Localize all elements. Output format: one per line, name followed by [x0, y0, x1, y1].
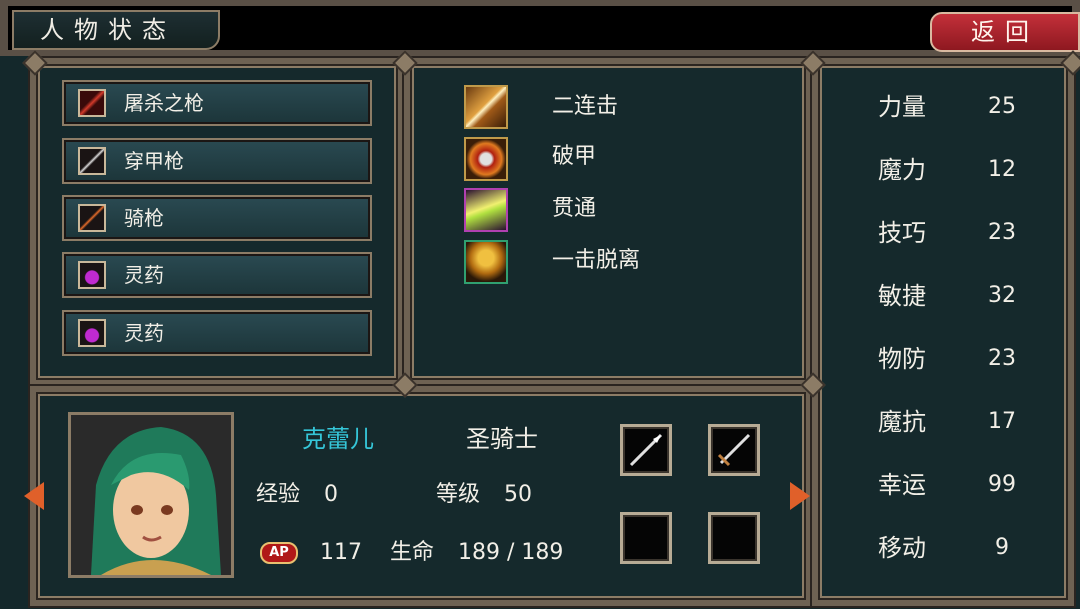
back-button[interactable]: 返回: [930, 12, 1080, 52]
hp-label: 生命: [390, 540, 435, 565]
item-label: 穿甲枪: [124, 149, 184, 173]
next-character-arrow[interactable]: [790, 482, 810, 510]
stat-value: 17: [988, 409, 1016, 434]
spear-icon: [629, 433, 663, 467]
potion-icon: [78, 261, 106, 289]
skill-label: 破甲: [552, 144, 597, 169]
portrait: [68, 412, 234, 578]
stat-value: 23: [988, 346, 1016, 371]
stat-value: 25: [988, 94, 1016, 119]
red-spear-icon: [78, 89, 106, 117]
item-slot[interactable]: 灵药: [62, 252, 372, 298]
page-title: 人物状态: [12, 10, 220, 50]
equip-slot-2[interactable]: [708, 424, 760, 476]
stats-panel: [812, 58, 1074, 606]
lance-icon: [78, 204, 106, 232]
ap-value: 117: [320, 540, 362, 565]
stat-name: 魔力: [878, 156, 926, 184]
equip-slot-3[interactable]: [620, 512, 672, 564]
portrait-art: [71, 415, 231, 575]
sword-icon: [717, 433, 751, 467]
hit-and-run-icon[interactable]: [464, 240, 508, 284]
pierce-icon[interactable]: [464, 188, 508, 232]
stat-name: 幸运: [878, 471, 926, 499]
item-slot[interactable]: 屠杀之枪: [62, 80, 372, 126]
stat-value: 23: [988, 220, 1016, 245]
stat-name: 敏捷: [878, 282, 926, 310]
stat-name: 移动: [878, 534, 926, 562]
stat-value: 99: [988, 472, 1016, 497]
item-label: 屠杀之枪: [124, 91, 204, 115]
character-class: 圣骑士: [466, 425, 538, 453]
spear-icon: [78, 147, 106, 175]
stat-value: 9: [995, 535, 1009, 560]
skill-label: 一击脱离: [552, 248, 641, 273]
item-slot[interactable]: 穿甲枪: [62, 138, 372, 184]
level-value: 50: [504, 482, 532, 507]
stat-name: 力量: [878, 93, 926, 121]
item-slot[interactable]: 灵药: [62, 310, 372, 356]
level-label: 等级: [436, 482, 481, 507]
item-label: 骑枪: [124, 206, 164, 230]
stat-value: 12: [988, 157, 1016, 182]
ap-badge: AP: [260, 542, 298, 564]
double-strike-icon[interactable]: [464, 85, 508, 129]
hp-value: 189 / 189: [458, 540, 564, 565]
stat-name: 物防: [878, 345, 926, 373]
stat-value: 32: [988, 283, 1016, 308]
item-slot[interactable]: 骑枪: [62, 195, 372, 241]
item-label: 灵药: [124, 263, 164, 287]
character-name: 克蕾儿: [302, 425, 374, 453]
armor-break-icon[interactable]: [464, 137, 508, 181]
stat-name: 魔抗: [878, 408, 926, 436]
skill-label: 二连击: [552, 94, 619, 119]
exp-label: 经验: [256, 482, 301, 507]
equip-slot-4[interactable]: [708, 512, 760, 564]
potion-icon: [78, 319, 106, 347]
exp-value: 0: [324, 482, 338, 507]
prev-character-arrow[interactable]: [24, 482, 44, 510]
skill-label: 贯通: [552, 196, 597, 221]
equip-slot-1[interactable]: [620, 424, 672, 476]
item-label: 灵药: [124, 321, 164, 345]
stat-name: 技巧: [878, 219, 926, 247]
